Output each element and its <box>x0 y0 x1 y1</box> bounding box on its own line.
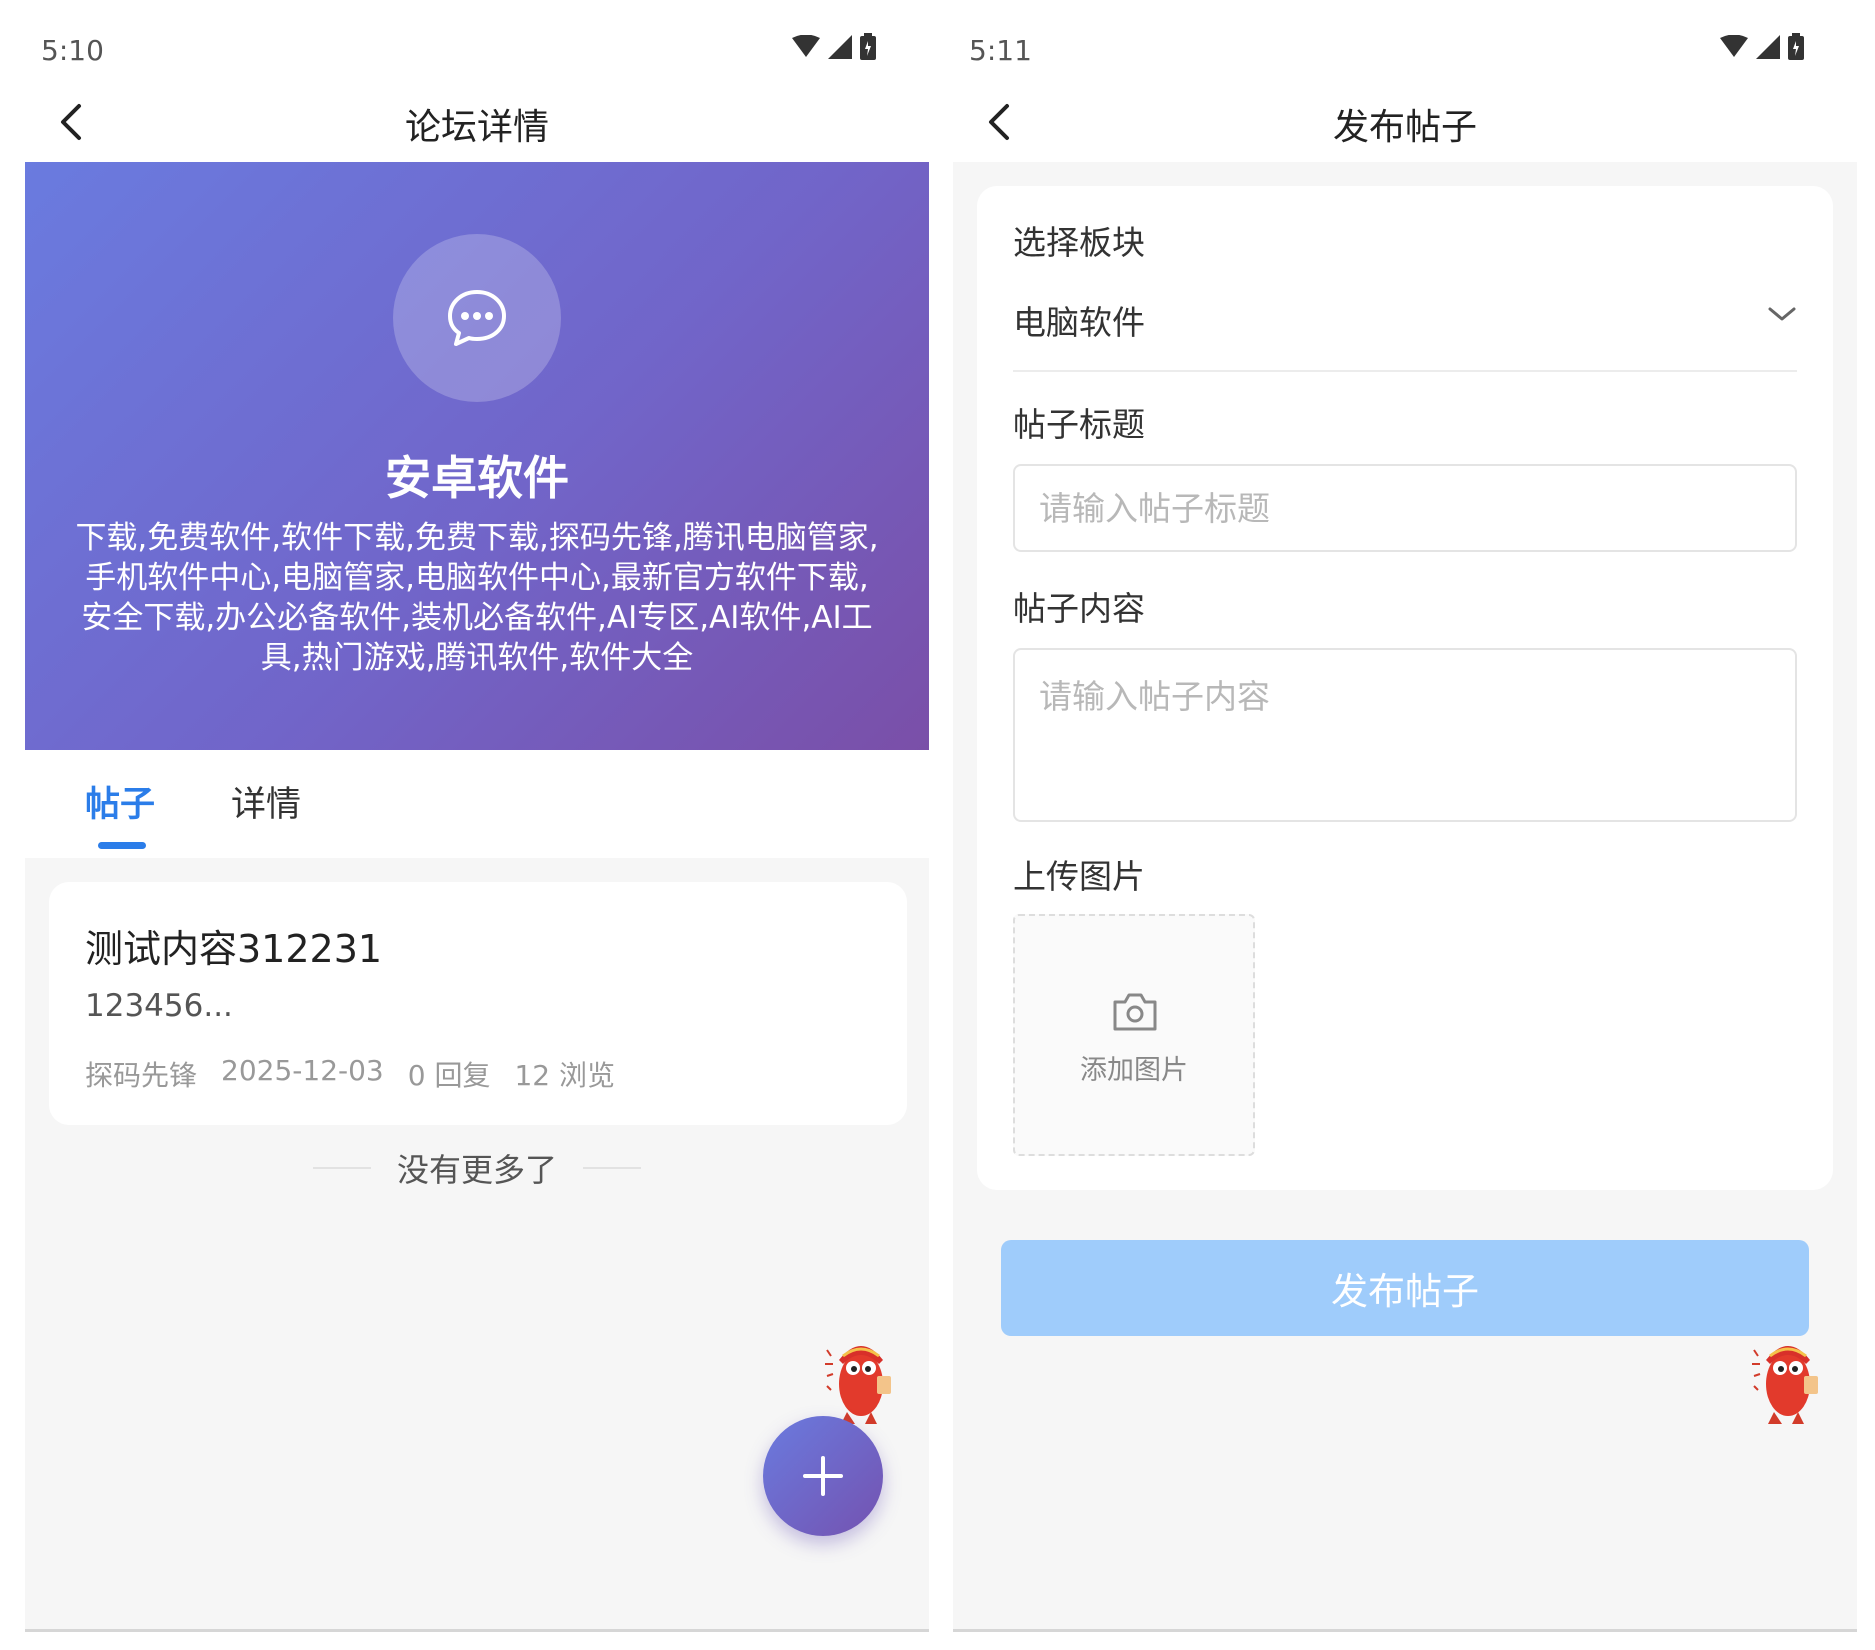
post-excerpt: 123456... <box>85 988 233 1024</box>
wifi-icon <box>792 35 820 57</box>
section-select[interactable]: 电脑软件 <box>1013 282 1797 372</box>
post-form: 选择板块 电脑软件 帖子标题 帖子内容 上传图片 添加图片 <box>977 186 1833 1190</box>
title-label: 帖子标题 <box>1013 405 1145 444</box>
divider <box>583 1167 641 1169</box>
post-author: 探码先锋 <box>85 1059 198 1092</box>
section-select-value: 电脑软件 <box>1013 303 1145 342</box>
chevron-down-icon <box>1768 307 1796 321</box>
signal-icon <box>1756 35 1780 59</box>
active-tab-indicator <box>98 842 146 849</box>
status-time: 5:10 <box>41 34 104 67</box>
nav-bar: 发布帖子 <box>953 82 1857 162</box>
post-views: 12 浏览 <box>514 1059 615 1092</box>
add-image-label: 添加图片 <box>1080 1055 1188 1086</box>
end-of-list: 没有更多了 <box>25 1146 929 1190</box>
post-meta: 探码先锋 2025-12-03 0 回复 12 浏览 <box>85 1054 615 1094</box>
wifi-icon <box>1720 35 1748 57</box>
forum-name: 安卓软件 <box>385 451 569 505</box>
content-label: 帖子内容 <box>1013 589 1145 628</box>
page-title: 发布帖子 <box>1332 107 1477 148</box>
battery-icon <box>1788 33 1804 60</box>
post-date: 2025-12-03 <box>221 1054 384 1087</box>
image-label: 上传图片 <box>1013 857 1145 896</box>
red-packet-mascot-icon[interactable] <box>821 1334 897 1426</box>
camera-icon <box>1113 993 1157 1031</box>
red-packet-mascot-icon[interactable] <box>1748 1334 1824 1426</box>
publish-button[interactable]: 发布帖子 <box>1001 1240 1809 1336</box>
forum-avatar <box>393 234 561 402</box>
tab-bar: 帖子 详情 <box>25 750 929 858</box>
tab-posts[interactable]: 帖子 <box>85 776 155 827</box>
post-title-input[interactable] <box>1013 464 1797 552</box>
post-replies: 0 回复 <box>407 1059 491 1092</box>
forum-detail-screen: 5:10 论坛详情 安卓软件 下载,免费软件,软件下载,免费下载,探码先锋,腾讯… <box>25 0 929 1632</box>
forum-description: 下载,免费软件,软件下载,免费下载,探码先锋,腾讯电脑管家,手机软件中心,电脑管… <box>75 520 879 676</box>
create-post-screen: 5:11 发布帖子 选择板块 电脑软件 帖子标题 帖子内容 上传图片 添加图片 … <box>953 0 1857 1632</box>
post-content-input[interactable] <box>1013 648 1797 822</box>
no-more-text: 没有更多了 <box>396 1151 557 1189</box>
post-title: 测试内容312231 <box>85 927 383 971</box>
new-post-fab[interactable] <box>763 1416 883 1536</box>
forum-header: 安卓软件 下载,免费软件,软件下载,免费下载,探码先锋,腾讯电脑管家,手机软件中… <box>25 162 929 750</box>
add-image-button[interactable]: 添加图片 <box>1013 914 1255 1156</box>
battery-icon <box>860 33 876 60</box>
section-label: 选择板块 <box>1013 223 1145 262</box>
page-title: 论坛详情 <box>404 107 549 148</box>
divider <box>312 1167 371 1169</box>
status-time: 5:11 <box>969 34 1032 67</box>
plus-icon <box>803 1456 843 1496</box>
tab-details[interactable]: 详情 <box>231 776 301 827</box>
status-icons <box>791 32 877 62</box>
post-card[interactable]: 测试内容312231 123456... 探码先锋 2025-12-03 0 回… <box>49 882 907 1125</box>
signal-icon <box>828 35 852 59</box>
nav-bar: 论坛详情 <box>25 82 929 162</box>
chat-bubble-icon <box>448 290 506 346</box>
status-icons <box>1719 32 1805 62</box>
